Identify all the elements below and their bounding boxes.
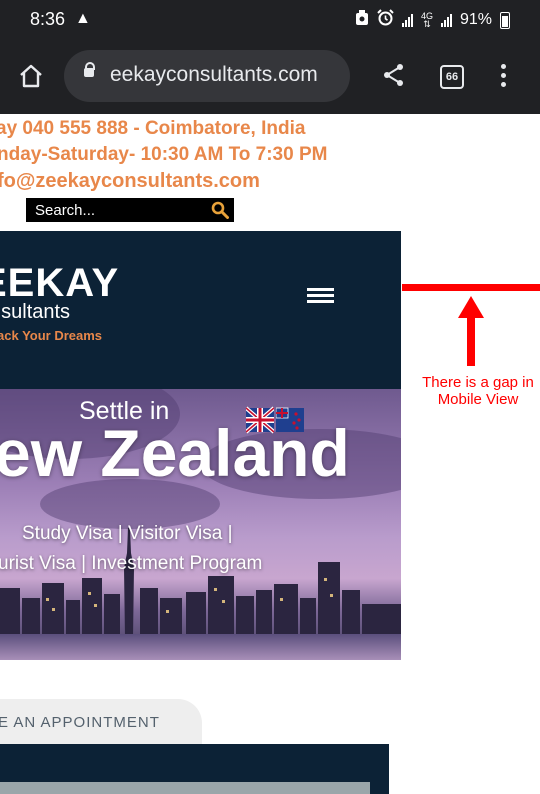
battery-icon bbox=[500, 11, 510, 29]
status-bar: 8:36 ▲ 4G ⇅ 91% bbox=[0, 0, 540, 40]
annotation-line2: Mobile View bbox=[437, 391, 519, 408]
contact-phone: ay 040 555 888 - Coimbatore, India bbox=[0, 118, 306, 139]
hero-title: ew Zealand bbox=[0, 416, 350, 490]
address-bar[interactable]: eekayconsultants.com bbox=[64, 50, 350, 102]
signal-icon bbox=[401, 13, 413, 27]
harbour-water bbox=[0, 634, 401, 660]
signal-icon bbox=[440, 13, 452, 27]
logo-subtitle: nsultants bbox=[0, 301, 71, 323]
share-icon bbox=[384, 64, 403, 86]
logo-name[interactable]: EEKAY bbox=[0, 261, 119, 306]
contact-email[interactable]: fo@zeekayconsultants.com bbox=[0, 170, 260, 193]
hero-banner: Settle in ew Zealand Study Visa | Visito… bbox=[0, 389, 401, 660]
url-text: eekayconsultants.com bbox=[110, 63, 318, 86]
status-time: 8:36 bbox=[30, 9, 66, 29]
gap-marker-line bbox=[402, 284, 540, 291]
arrow-up-icon bbox=[458, 296, 484, 366]
battery-percent: 91% bbox=[459, 11, 492, 28]
site-content: ay 040 555 888 - Coimbatore, India nday-… bbox=[0, 114, 401, 794]
status-icons: 4G ⇅ 91% bbox=[355, 9, 510, 31]
network-label: 4G bbox=[420, 11, 433, 21]
appointment-label: E AN APPOINTMENT bbox=[0, 714, 160, 731]
lock-icon bbox=[84, 62, 95, 77]
network-type: 4G ⇅ bbox=[420, 11, 433, 29]
alert-icon: ▲ bbox=[75, 10, 91, 27]
site-header: EEKAY nsultants ack Your Dreams bbox=[0, 231, 401, 389]
browser-toolbar: eekayconsultants.com 66 bbox=[0, 40, 540, 114]
alarm-icon bbox=[377, 9, 394, 31]
home-icon bbox=[20, 64, 42, 88]
share-button[interactable] bbox=[382, 63, 406, 87]
logo-tagline: ack Your Dreams bbox=[0, 328, 103, 343]
web-page: ay 040 555 888 - Coimbatore, India nday-… bbox=[0, 114, 540, 794]
search-icon[interactable] bbox=[211, 201, 229, 219]
search-input[interactable] bbox=[26, 198, 202, 222]
form-input-field[interactable] bbox=[0, 782, 370, 794]
search-box bbox=[26, 198, 234, 222]
appointment-tab[interactable]: E AN APPOINTMENT bbox=[0, 699, 202, 744]
hero-services-line1: Study Visa | Visitor Visa | bbox=[22, 523, 233, 544]
home-button[interactable] bbox=[18, 63, 44, 89]
appointment-form bbox=[0, 744, 389, 794]
tab-count: 66 bbox=[445, 71, 459, 83]
annotation-text: There is a gap in Mobile View bbox=[398, 374, 540, 408]
data-saver-icon bbox=[355, 9, 369, 31]
contact-hours: nday-Saturday- 10:30 AM To 7:30 PM bbox=[0, 144, 328, 165]
more-vert-icon[interactable] bbox=[496, 64, 510, 90]
hero-services-line2: urist Visa | Investment Program bbox=[0, 553, 263, 574]
hamburger-menu-icon[interactable] bbox=[307, 288, 334, 304]
annotation-line1: There is a gap in bbox=[422, 374, 534, 391]
tabs-button[interactable]: 66 bbox=[440, 65, 464, 89]
